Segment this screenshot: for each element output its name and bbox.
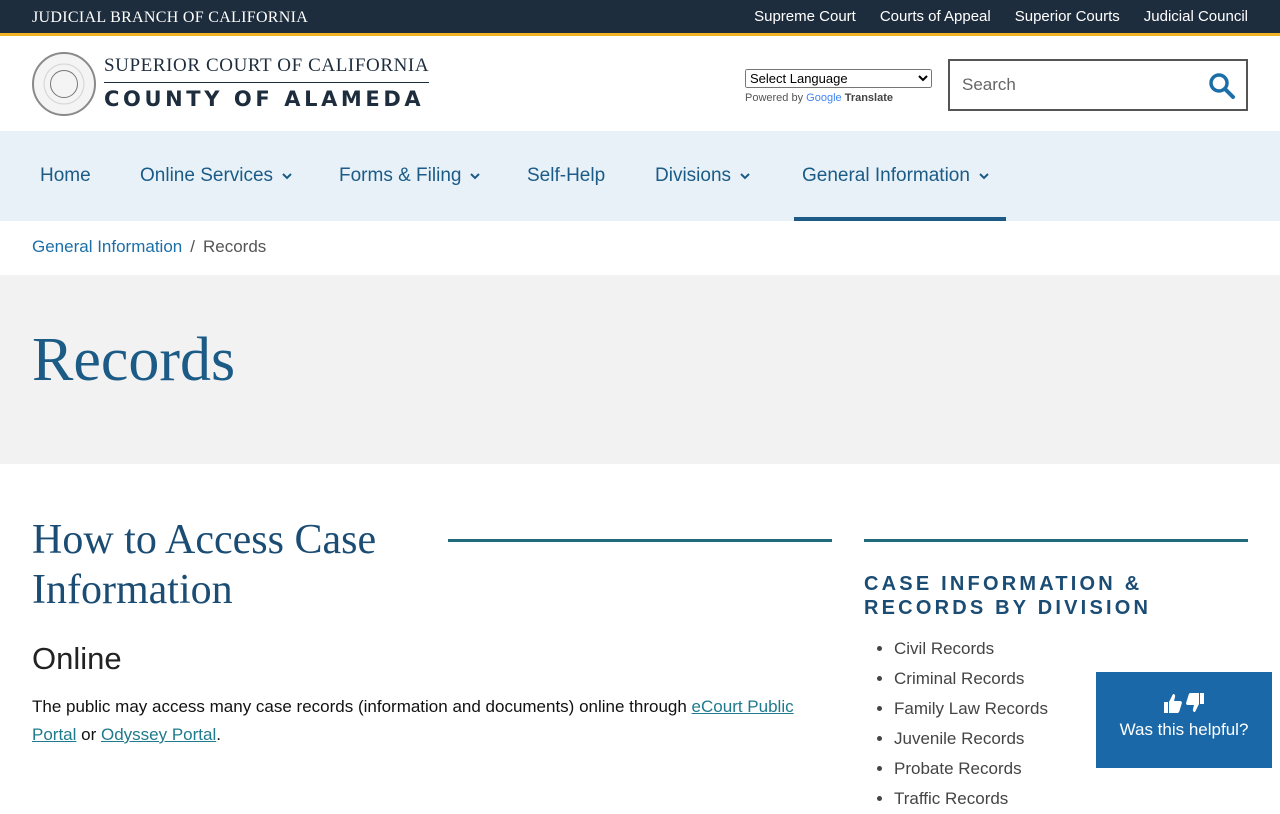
nav-label: Divisions — [655, 165, 732, 186]
chevron-down-icon — [740, 173, 750, 180]
odyssey-portal-link[interactable]: Odyssey Portal — [101, 725, 216, 744]
search-input[interactable] — [962, 73, 1202, 97]
paragraph-text: or — [76, 725, 101, 744]
paragraph-text: . — [216, 725, 221, 744]
top-link-supreme-court[interactable]: Supreme Court — [754, 8, 856, 25]
breadcrumb-separator: / — [190, 237, 195, 256]
court-name-logo[interactable]: SUPERIOR COURT OF CALIFORNIA COUNTY OF A… — [104, 55, 430, 111]
chevron-down-icon — [979, 173, 989, 180]
paragraph-text: The public may access many case records … — [32, 697, 692, 716]
language-select[interactable]: Select Language — [745, 69, 932, 88]
section-heading: How to Access Case Information — [32, 517, 377, 613]
court-name-line1: SUPERIOR COURT OF CALIFORNIA — [104, 55, 430, 83]
page-hero: Records — [0, 275, 1280, 464]
thumbs-icons — [1096, 692, 1272, 714]
nav-label: Home — [40, 165, 91, 186]
access-paragraph: The public may access many case records … — [32, 693, 832, 749]
site-header: SUPERIOR COURT OF CALIFORNIA COUNTY OF A… — [0, 39, 1280, 131]
translate-link[interactable]: Translate — [845, 92, 893, 104]
thumbs-down-icon — [1186, 693, 1204, 712]
nav-item-home[interactable]: Home — [40, 131, 91, 221]
top-link-judicial-council[interactable]: Judicial Council — [1144, 8, 1248, 25]
seal-inner-ring — [50, 70, 78, 98]
powered-by-google: Powered by Google Translate — [745, 92, 932, 104]
page-title: Records — [32, 326, 236, 394]
breadcrumb-current: Records — [202, 237, 267, 256]
search-icon[interactable] — [1208, 72, 1236, 100]
feedback-label: Was this helpful? — [1119, 720, 1249, 739]
thumbs-up-icon — [1164, 694, 1182, 713]
subsection-heading: Online — [32, 641, 122, 676]
google-logo-text[interactable]: Google — [806, 92, 841, 104]
search-box — [948, 59, 1248, 111]
court-seal-logo[interactable] — [32, 52, 96, 116]
chevron-down-icon — [282, 173, 292, 180]
nav-item-divisions[interactable]: Divisions — [655, 131, 751, 221]
sidebar-heading: CASE INFORMATION & RECORDS BY DIVISION — [864, 573, 1152, 619]
top-link-courts-of-appeal[interactable]: Courts of Appeal — [880, 8, 991, 25]
heading-rule — [448, 539, 832, 542]
nav-label: Self-Help — [527, 165, 606, 186]
breadcrumb-general-information[interactable]: General Information — [32, 237, 182, 257]
powered-by-text: Powered by — [745, 92, 804, 104]
nav-item-self-help[interactable]: Self-Help — [527, 131, 605, 221]
list-item[interactable]: Civil Records — [894, 634, 1248, 664]
court-name-line2: COUNTY OF ALAMEDA — [104, 87, 425, 111]
nav-item-forms-filing[interactable]: Forms & Filing — [339, 131, 481, 221]
breadcrumb: General Information / Records — [32, 237, 266, 257]
nav-label: Online Services — [140, 165, 274, 186]
judicial-branch-brand[interactable]: JUDICIAL BRANCH OF CALIFORNIA — [32, 9, 308, 27]
top-bar: JUDICIAL BRANCH OF CALIFORNIA Supreme Co… — [0, 0, 1280, 36]
feedback-button[interactable]: Was this helpful? — [1096, 672, 1272, 768]
sidebar-rule — [864, 539, 1248, 542]
nav-label: General Information — [802, 165, 970, 186]
nav-label: Forms & Filing — [339, 165, 462, 186]
main-nav: Home Online Services Forms & Filing Self… — [0, 131, 1280, 221]
google-translate: Select Language Powered by Google Transl… — [745, 69, 932, 104]
top-links: Supreme Court Courts of Appeal Superior … — [754, 8, 1248, 25]
top-link-superior-courts[interactable]: Superior Courts — [1015, 8, 1120, 25]
chevron-down-icon — [470, 173, 481, 180]
nav-item-online-services[interactable]: Online Services — [140, 131, 293, 221]
main-content: How to Access Case Information Online Th… — [32, 515, 832, 749]
list-item[interactable]: Traffic Records — [894, 784, 1248, 814]
nav-item-general-information[interactable]: General Information — [794, 131, 1006, 221]
